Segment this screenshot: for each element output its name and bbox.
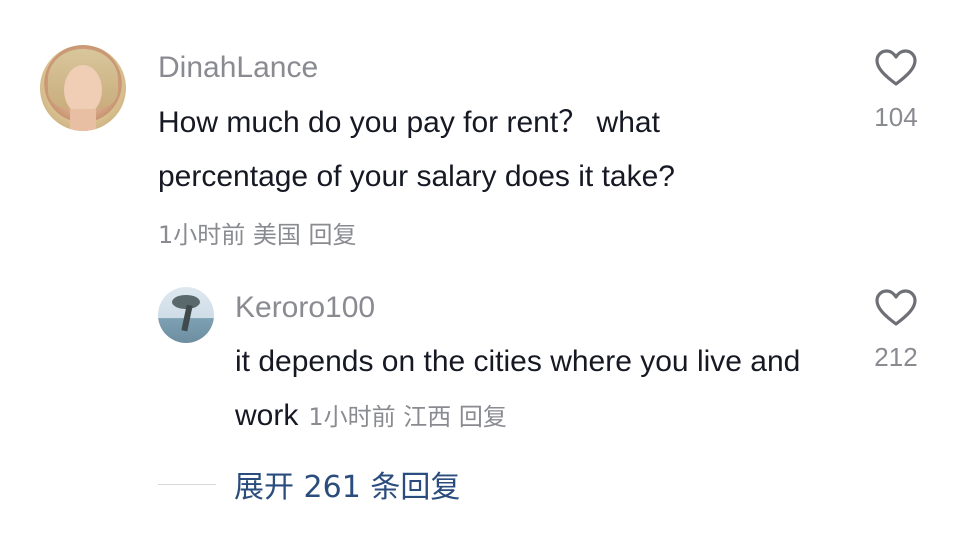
heart-outline-icon [875,289,917,326]
like-count: 104 [874,102,918,132]
avatar-neck [70,109,96,131]
divider-line [158,483,216,485]
comment-username[interactable]: DinahLance [158,50,318,86]
heart-outline-icon [875,49,917,86]
reply-meta[interactable]: 1小时前 江西 回复 [308,403,507,431]
expand-replies-button[interactable]: 展开 261 条回复 [234,462,460,506]
avatar[interactable] [158,287,214,343]
avatar[interactable] [40,45,126,131]
like-button[interactable]: 104 [856,48,936,132]
like-button[interactable]: 212 [856,288,936,372]
comment-meta[interactable]: 1小时前 美国 回复 [158,215,357,250]
reply-username[interactable]: Keroro100 [235,290,375,326]
like-count: 212 [874,342,918,372]
comment-item: DinahLance How much do you pay for rent？… [0,0,960,270]
expand-replies-row[interactable]: 展开 261 条回复 [158,462,460,506]
reply-text-block: it depends on the cities where you live … [235,335,835,444]
comment-text: How much do you pay for rent？ what perce… [158,106,675,193]
avatar-face [64,65,102,115]
